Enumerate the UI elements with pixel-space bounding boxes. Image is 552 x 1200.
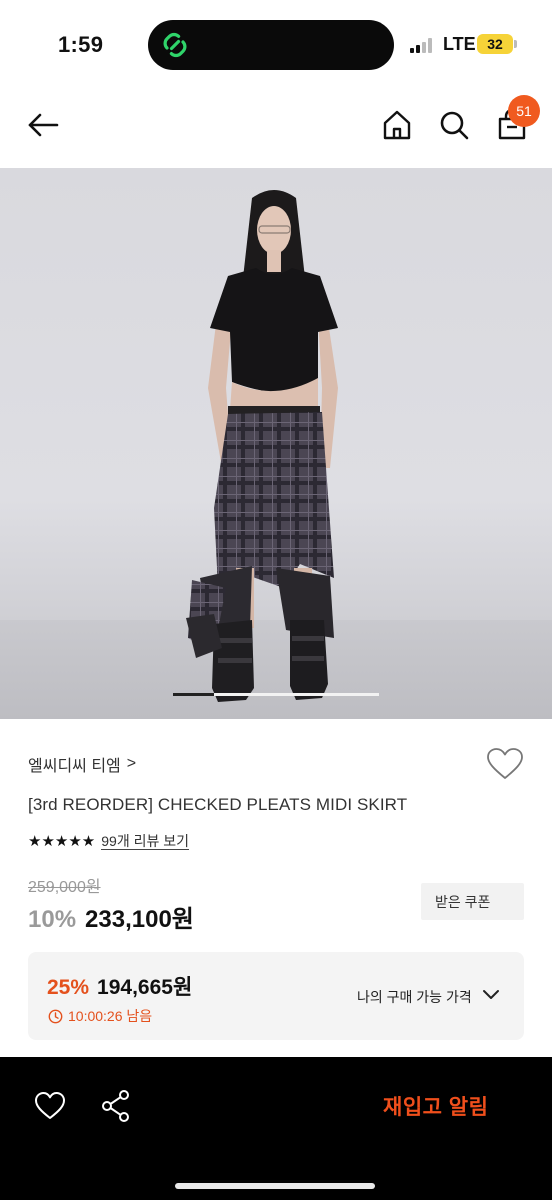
battery-tip: [514, 40, 517, 48]
discount-rate: 10%: [28, 906, 77, 933]
review-link[interactable]: 99개 리뷰 보기: [101, 833, 190, 850]
cart-count-badge: 51: [508, 95, 540, 127]
rating-row: ★★★★★ 99개 리뷰 보기: [28, 832, 190, 850]
gallery-progress-fill: [173, 693, 215, 696]
chevron-down-icon[interactable]: [482, 988, 500, 1002]
price-row: 10% 233,100원: [28, 899, 194, 934]
battery-icon: 32: [477, 34, 513, 54]
network-type: LTE: [443, 34, 476, 54]
home-indicator[interactable]: [175, 1183, 375, 1189]
brand-link[interactable]: 엘씨디씨 티엠 >: [28, 752, 136, 776]
countdown-timer: 10:00:26 남음: [68, 1008, 153, 1024]
status-time: 1:59: [58, 32, 104, 57]
gallery-progress-track: [173, 693, 379, 696]
my-price: 194,665원: [97, 976, 193, 999]
back-arrow-icon[interactable]: [26, 108, 60, 142]
product-title: [3rd REORDER] CHECKED PLEATS MIDI SKIRT: [28, 795, 408, 814]
brand-name: 엘씨디씨 티엠: [28, 758, 121, 775]
received-coupon-button[interactable]: 받은 쿠폰: [421, 883, 524, 920]
original-price: 259,000원: [28, 879, 101, 896]
clock-icon: [48, 1009, 63, 1023]
my-price-row: 25% 194,665원: [47, 971, 192, 1001]
signal-icon: [410, 37, 436, 53]
wishlist-heart-icon[interactable]: [486, 747, 524, 781]
like-heart-icon[interactable]: [34, 1091, 66, 1121]
timer-row: 10:00:26 남음: [48, 1006, 152, 1026]
top-navigation: [0, 90, 552, 168]
battery-level: 32: [487, 36, 503, 52]
rating-stars-icon: ★★★★★: [28, 833, 96, 850]
share-icon[interactable]: [100, 1089, 132, 1123]
app-link-icon: [163, 32, 187, 58]
sale-price: 233,100원: [85, 906, 194, 933]
home-icon[interactable]: [380, 108, 414, 142]
dynamic-island: [148, 20, 394, 70]
status-bar: 1:59 LTE 32: [0, 0, 552, 90]
chevron-right-icon: >: [126, 755, 137, 772]
my-price-label: 나의 구매 가능 가격: [357, 989, 472, 1005]
my-discount-rate: 25%: [47, 976, 90, 999]
bottom-action-bar: 재입고 알림: [0, 1057, 552, 1200]
search-icon[interactable]: [437, 108, 471, 142]
my-price-panel[interactable]: 25% 194,665원 10:00:26 남음 나의 구매 가능 가격: [28, 952, 524, 1040]
product-image[interactable]: E E: [0, 168, 552, 719]
restock-alert-button[interactable]: 재입고 알림: [383, 1091, 488, 1121]
model-photo: E E: [186, 190, 338, 702]
